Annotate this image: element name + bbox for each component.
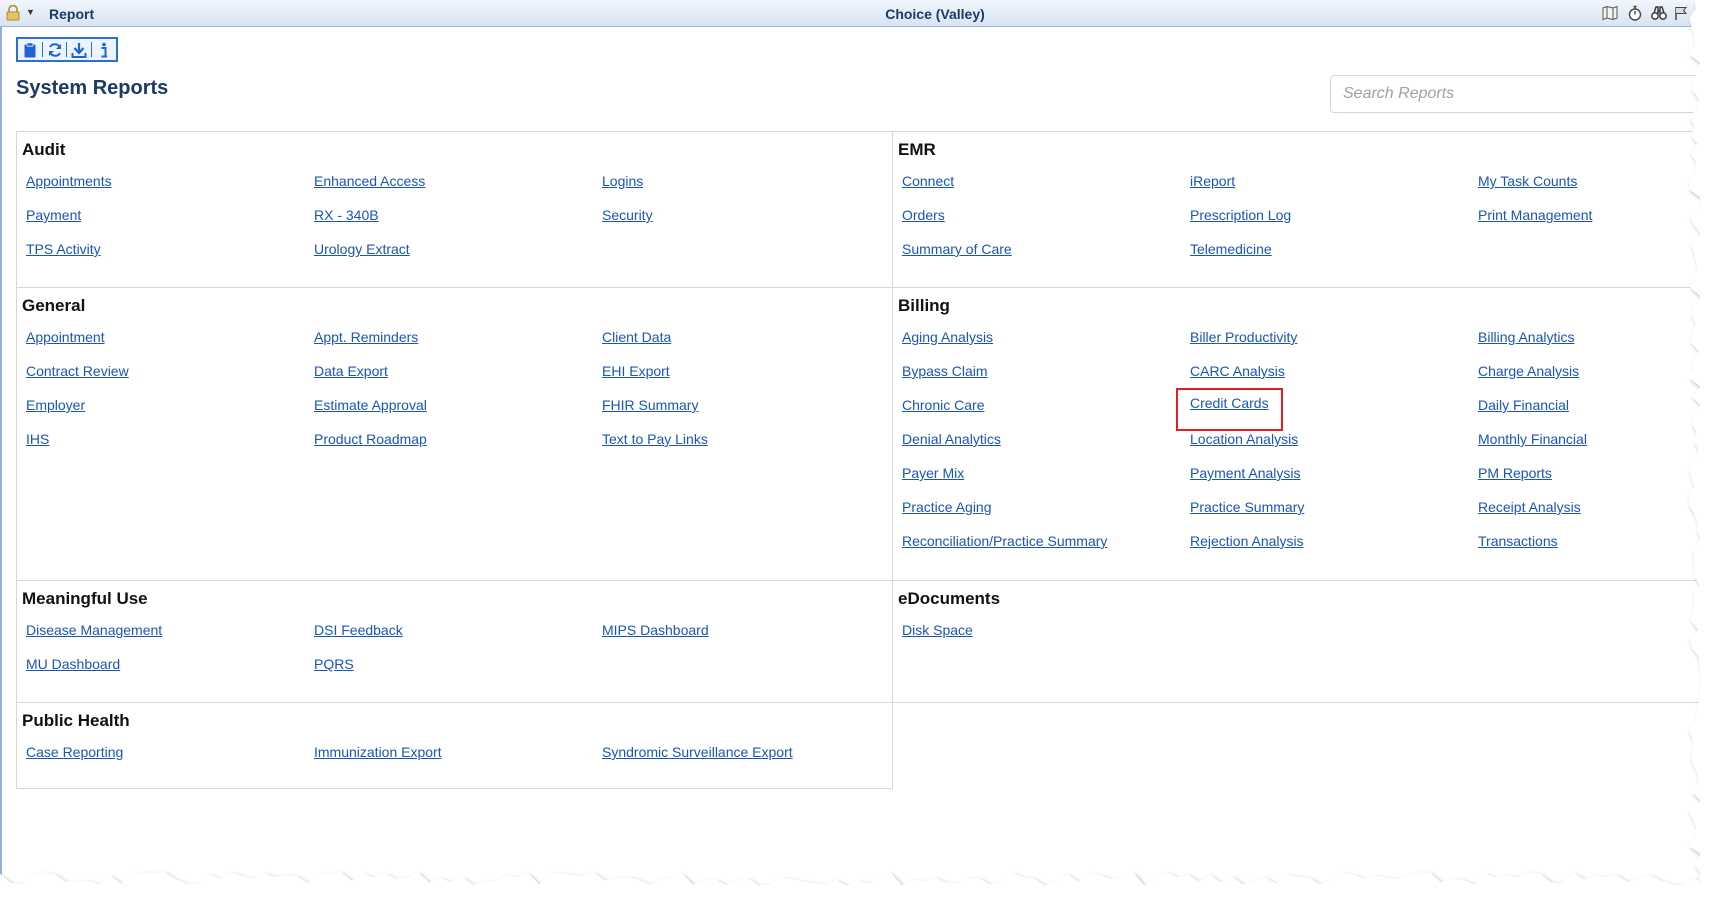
report-link-credit-cards[interactable]: Credit Cards xyxy=(1176,388,1283,431)
report-toolbar xyxy=(16,37,118,62)
report-link-appointments[interactable]: Appointments xyxy=(26,171,112,205)
refresh-button[interactable] xyxy=(46,41,64,59)
toolbar-divider xyxy=(66,42,68,57)
report-link-daily-financial[interactable]: Daily Financial xyxy=(1478,395,1569,429)
report-window: ▼ Report Choice (Valley) System Reports … xyxy=(0,0,1713,904)
section-title: Public Health xyxy=(22,711,130,730)
link-list: Appointments Enhanced Access Logins Payment… xyxy=(26,171,892,273)
link-list: Disk Space xyxy=(902,620,1712,654)
section-public-health: Public Health Case Reporting Immunization… xyxy=(16,702,893,789)
search-input[interactable] xyxy=(1330,75,1713,113)
toolbar-divider xyxy=(90,42,92,57)
report-link-connect[interactable]: Connect xyxy=(902,171,954,205)
report-link-dsi-feedback[interactable]: DSI Feedback xyxy=(314,620,403,654)
download-icon xyxy=(71,42,87,58)
report-link-pm-reports[interactable]: PM Reports xyxy=(1478,463,1552,497)
report-link-transactions[interactable]: Transactions xyxy=(1478,531,1558,565)
report-link-appointment[interactable]: Appointment xyxy=(26,327,105,361)
report-link-chronic-care[interactable]: Chronic Care xyxy=(902,395,984,429)
report-link-logins[interactable]: Logins xyxy=(602,171,643,205)
report-link-immunization-export[interactable]: Immunization Export xyxy=(314,742,442,776)
link-list: Aging Analysis Biller Productivity Billing… xyxy=(902,327,1712,565)
report-link-reconciliation-practice-summary[interactable]: Reconciliation/Practice Summary xyxy=(902,531,1107,565)
section-billing: Billing Aging Analysis Biller Productivit… xyxy=(892,287,1713,581)
link-list: Connect iReport My Task Counts Orders Prescr… xyxy=(902,171,1712,273)
section-emr: EMR Connect iReport My Task Counts Orders Pr… xyxy=(892,131,1713,288)
title-bar: ▼ Report Choice (Valley) xyxy=(0,0,1713,27)
report-link-denial-analytics[interactable]: Denial Analytics xyxy=(902,429,1001,463)
link-list: Disease Management DSI Feedback MIPS Dashb… xyxy=(26,620,892,688)
report-link-tps-activity[interactable]: TPS Activity xyxy=(26,239,101,273)
report-link-prescription-log[interactable]: Prescription Log xyxy=(1190,205,1291,239)
report-link-rejection-analysis[interactable]: Rejection Analysis xyxy=(1190,531,1304,565)
binoculars-icon[interactable] xyxy=(1651,5,1667,21)
report-link-rx-340b[interactable]: RX - 340B xyxy=(314,205,379,239)
report-link-practice-summary[interactable]: Practice Summary xyxy=(1190,497,1304,531)
report-link-security[interactable]: Security xyxy=(602,205,653,239)
refresh-icon xyxy=(48,42,61,57)
report-link-disease-management[interactable]: Disease Management xyxy=(26,620,162,654)
section-title: EMR xyxy=(898,140,936,159)
report-link-billing-analytics[interactable]: Billing Analytics xyxy=(1478,327,1575,361)
report-link-appt-reminders[interactable]: Appt. Reminders xyxy=(314,327,418,361)
report-link-location-analysis[interactable]: Location Analysis xyxy=(1190,429,1298,463)
link-list: Appointment Appt. Reminders Client Data Con… xyxy=(26,327,892,463)
report-link-estimate-approval[interactable]: Estimate Approval xyxy=(314,395,427,429)
report-link-enhanced-access[interactable]: Enhanced Access xyxy=(314,171,425,205)
section-title: Audit xyxy=(22,140,66,159)
report-link-disk-space[interactable]: Disk Space xyxy=(902,620,973,654)
report-link-payer-mix[interactable]: Payer Mix xyxy=(902,463,964,497)
report-link-practice-aging[interactable]: Practice Aging xyxy=(902,497,992,531)
section-meaningful-use: Meaningful Use Disease Management DSI Fee… xyxy=(16,580,893,703)
toolbar-divider xyxy=(42,42,44,57)
info-icon xyxy=(101,42,107,57)
clipboard-icon xyxy=(24,41,36,57)
report-link-urology-extract[interactable]: Urology Extract xyxy=(314,239,410,273)
report-link-aging-analysis[interactable]: Aging Analysis xyxy=(902,327,993,361)
report-link-ihs[interactable]: IHS xyxy=(26,429,49,463)
report-link-bypass-claim[interactable]: Bypass Claim xyxy=(902,361,988,395)
info-button[interactable] xyxy=(95,41,113,59)
report-link-payment[interactable]: Payment xyxy=(26,205,81,239)
report-link-orders[interactable]: Orders xyxy=(902,205,945,239)
report-link-monthly-financial[interactable]: Monthly Financial xyxy=(1478,429,1587,463)
section-audit: Audit Appointments Enhanced Access Logins P… xyxy=(16,131,893,288)
section-edocuments: eDocuments Disk Space xyxy=(892,580,1713,703)
report-link-employer[interactable]: Employer xyxy=(26,395,85,429)
report-link-ireport[interactable]: iReport xyxy=(1190,171,1235,205)
report-link-receipt-analysis[interactable]: Receipt Analysis xyxy=(1478,497,1581,531)
report-link-pqrs[interactable]: PQRS xyxy=(314,654,354,688)
report-link-mips-dashboard[interactable]: MIPS Dashboard xyxy=(602,620,709,654)
window-title-center: Choice (Valley) xyxy=(885,6,985,22)
report-link-client-data[interactable]: Client Data xyxy=(602,327,671,361)
report-link-charge-analysis[interactable]: Charge Analysis xyxy=(1478,361,1579,395)
section-title: Billing xyxy=(898,296,950,315)
report-link-print-management[interactable]: Print Management xyxy=(1478,205,1592,239)
section-general: General Appointment Appt. Reminders Client… xyxy=(16,287,893,581)
report-link-data-export[interactable]: Data Export xyxy=(314,361,388,395)
report-link-fhir-summary[interactable]: FHIR Summary xyxy=(602,395,698,429)
report-link-ehi-export[interactable]: EHI Export xyxy=(602,361,670,395)
report-link-payment-analysis[interactable]: Payment Analysis xyxy=(1190,463,1301,497)
stopwatch-icon[interactable] xyxy=(1627,5,1643,21)
section-title: General xyxy=(22,296,86,315)
report-link-product-roadmap[interactable]: Product Roadmap xyxy=(314,429,427,463)
report-link-contract-review[interactable]: Contract Review xyxy=(26,361,129,395)
report-link-my-task-counts[interactable]: My Task Counts xyxy=(1478,171,1577,205)
report-link-text-to-pay-links[interactable]: Text to Pay Links xyxy=(602,429,708,463)
report-link-biller-productivity[interactable]: Biller Productivity xyxy=(1190,327,1297,361)
report-link-syndromic-surveillance-export[interactable]: Syndromic Surveillance Export xyxy=(602,742,793,776)
report-link-telemedicine[interactable]: Telemedicine xyxy=(1190,239,1272,273)
map-icon[interactable] xyxy=(1602,5,1618,21)
section-title: Meaningful Use xyxy=(22,589,148,608)
page-title: System Reports xyxy=(16,77,169,99)
section-title: eDocuments xyxy=(898,589,1001,608)
report-link-case-reporting[interactable]: Case Reporting xyxy=(26,742,123,776)
report-link-mu-dashboard[interactable]: MU Dashboard xyxy=(26,654,120,688)
report-link-summary-of-care[interactable]: Summary of Care xyxy=(902,239,1012,273)
download-button[interactable] xyxy=(70,41,88,59)
clipboard-button[interactable] xyxy=(21,41,39,59)
flag-icon[interactable] xyxy=(1673,5,1689,21)
link-list: Case Reporting Immunization Export Syndrom… xyxy=(26,742,892,776)
